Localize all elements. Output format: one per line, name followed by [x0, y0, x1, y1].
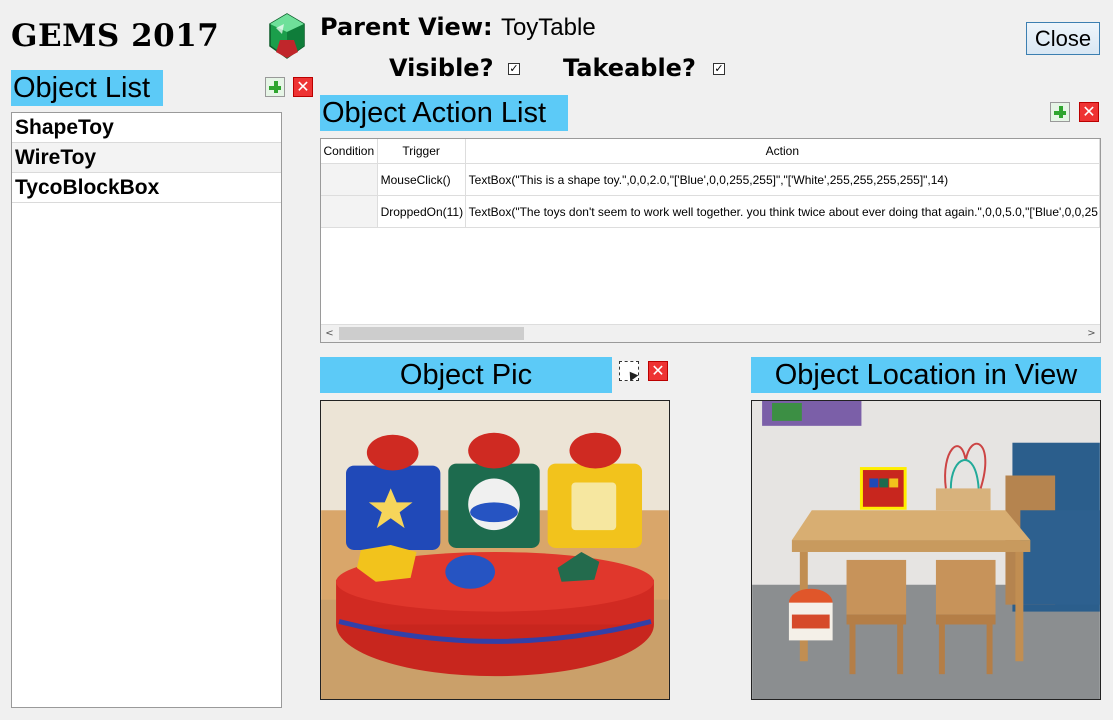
table-row[interactable]: MouseClick() TextBox("This is a shape to… [321, 163, 1100, 196]
action-cell[interactable]: TextBox("This is a shape toy.",0,0,2.0,"… [465, 163, 1100, 196]
scroll-left-icon[interactable]: < [321, 325, 338, 342]
visible-checkbox[interactable]: ✓ [508, 63, 520, 75]
column-header-trigger[interactable]: Trigger [377, 139, 466, 164]
delete-pic-button[interactable]: ✕ [648, 361, 668, 381]
object-list-item[interactable]: WireToy [12, 143, 281, 173]
action-table: Condition Trigger Action MouseClick() Te… [321, 139, 1100, 228]
condition-cell[interactable] [321, 163, 378, 196]
parent-view-label: Parent View: [320, 13, 493, 41]
column-header-condition[interactable]: Condition [321, 139, 378, 164]
table-header-row: Condition Trigger Action [321, 139, 1100, 164]
parent-view-heading: Parent View: ToyTable [320, 13, 596, 42]
horizontal-scrollbar[interactable]: < > [321, 324, 1100, 342]
action-grid[interactable]: Condition Trigger Action MouseClick() Te… [320, 138, 1101, 343]
object-pic-title: Object Pic [320, 357, 612, 393]
visible-label: Visible? [389, 54, 494, 82]
takeable-label: Takeable? [563, 54, 696, 82]
select-region-icon[interactable] [619, 361, 639, 381]
parent-view-value: ToyTable [500, 14, 596, 41]
gem-icon [269, 13, 305, 59]
action-cell[interactable]: TextBox("The toys don't seem to work wel… [465, 195, 1100, 228]
add-action-button[interactable] [1050, 102, 1070, 122]
trigger-cell[interactable]: DroppedOn(11) [377, 195, 466, 228]
trigger-cell[interactable]: MouseClick() [377, 163, 466, 196]
app-title: GEMS 2017 [11, 18, 220, 54]
delete-action-button[interactable]: ✕ [1079, 102, 1099, 122]
scrollbar-thumb[interactable] [339, 327, 524, 340]
takeable-checkbox[interactable]: ✓ [713, 63, 725, 75]
delete-object-button[interactable]: ✕ [293, 77, 313, 97]
scroll-right-icon[interactable]: > [1083, 325, 1100, 342]
object-list[interactable]: ShapeToy WireToy TycoBlockBox [11, 112, 282, 708]
table-row[interactable]: DroppedOn(11) TextBox("The toys don't se… [321, 195, 1100, 228]
object-pic-image [320, 400, 670, 700]
column-header-action[interactable]: Action [465, 139, 1100, 164]
object-location-title: Object Location in View [751, 357, 1101, 393]
object-list-item[interactable]: TycoBlockBox [12, 173, 281, 203]
action-list-title: Object Action List [320, 95, 568, 131]
object-list-item[interactable]: ShapeToy [12, 113, 281, 143]
condition-cell[interactable] [321, 195, 378, 228]
object-list-title: Object List [11, 70, 163, 106]
add-object-button[interactable] [265, 77, 285, 97]
object-location-image [751, 400, 1101, 700]
close-button[interactable]: Close [1026, 22, 1100, 55]
